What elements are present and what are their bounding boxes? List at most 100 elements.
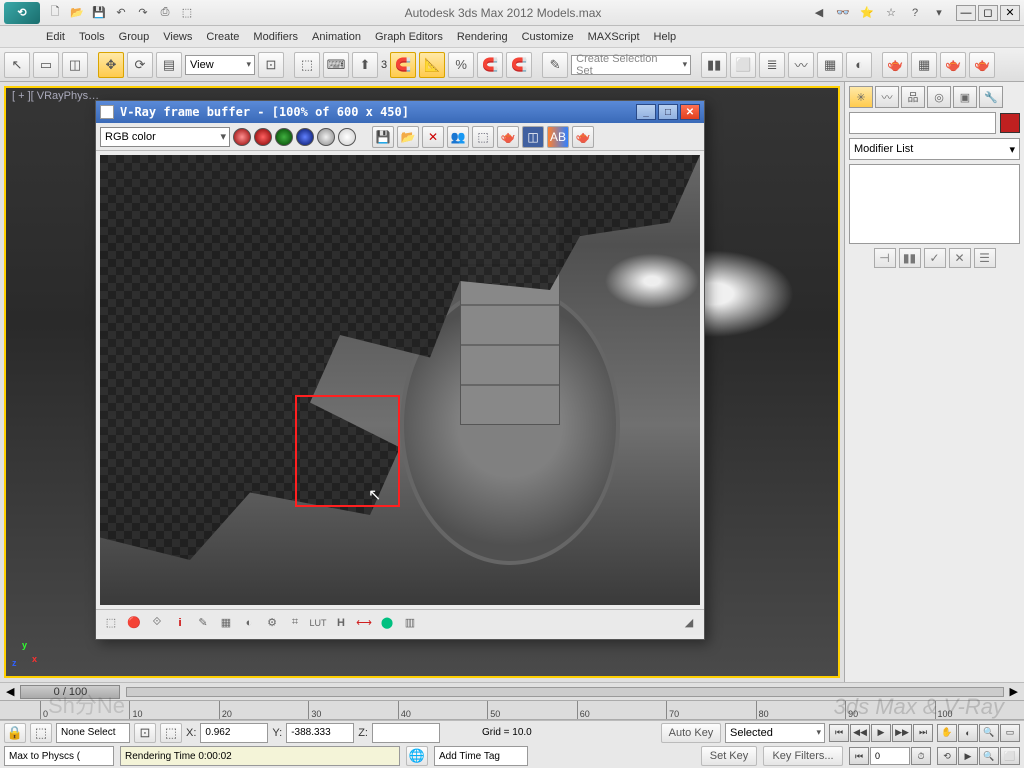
transform-gizmo-button[interactable]: ⊡ (134, 723, 156, 743)
vfb-save-button[interactable]: 💾 (372, 126, 394, 148)
prev-frame-button[interactable]: ◀◀ (850, 724, 870, 742)
pin-stack-button[interactable]: ⊣ (874, 248, 896, 268)
angle-snap-button[interactable]: 🧲 (390, 52, 416, 78)
spinner-snap-button[interactable]: % (448, 52, 474, 78)
dolly-button[interactable]: ▶ (958, 747, 978, 765)
selection-lock-button[interactable]: 🔒 (4, 723, 26, 743)
time-slider-track[interactable] (126, 687, 1003, 697)
viewport-label[interactable]: [ + ][ VRayPhys… (12, 90, 99, 102)
axis-gizmo[interactable]: x y z (12, 640, 42, 670)
object-color-swatch[interactable] (1000, 113, 1020, 133)
vfb-resize-handle[interactable]: ◢ (680, 614, 698, 632)
search-icon[interactable]: ◀ (810, 4, 828, 22)
vfb-history-button[interactable]: H (332, 614, 350, 632)
vfb-lut-button[interactable]: LUT (309, 614, 327, 632)
vfb-channel-dropdown[interactable]: RGB color (100, 127, 230, 147)
vfb-link-button[interactable]: ⟷ (355, 614, 373, 632)
menu-animation[interactable]: Animation (312, 31, 361, 43)
vfb-stamp-button[interactable]: ⬤ (378, 614, 396, 632)
menu-group[interactable]: Group (119, 31, 150, 43)
vfb-clear-button[interactable]: ✕ (422, 126, 444, 148)
modifier-list-dropdown[interactable]: Modifier List▾ (849, 138, 1020, 160)
menu-modifiers[interactable]: Modifiers (253, 31, 298, 43)
time-config-button[interactable]: ⏱ (911, 747, 931, 765)
keyfilters-button[interactable]: Key Filters... (763, 746, 843, 766)
z-coord-field[interactable] (372, 723, 440, 743)
menu-help[interactable]: Help (654, 31, 677, 43)
menu-views[interactable]: Views (163, 31, 192, 43)
walk-button[interactable]: ◐ (958, 724, 978, 742)
project-icon[interactable]: ⎙ (156, 4, 174, 22)
next-frame-button[interactable]: ▶▶ (892, 724, 912, 742)
vfb-info-button[interactable]: i (171, 614, 189, 632)
vfb-srgb-button[interactable]: ▦ (217, 614, 235, 632)
align-button[interactable]: ⬜ (730, 52, 756, 78)
key-mode-toggle[interactable]: ⏮ (849, 747, 869, 765)
max-toggle-button[interactable]: ⬜ (1000, 747, 1020, 765)
move-button[interactable]: ✥ (98, 52, 124, 78)
select-manipulate-button[interactable]: ⬚ (294, 52, 320, 78)
vfb-rgb-channel-button[interactable] (233, 128, 251, 146)
scroll-right-icon[interactable]: ▶ (1010, 685, 1018, 698)
snap-options-button[interactable]: 🧲 (506, 52, 532, 78)
material-editor-button[interactable]: ◐ (846, 52, 872, 78)
create-tab[interactable]: ✳ (849, 86, 873, 108)
vfb-blue-channel-button[interactable] (296, 128, 314, 146)
menu-tools[interactable]: Tools (79, 31, 105, 43)
edit-named-button[interactable]: 🧲 (477, 52, 503, 78)
select-window-button[interactable]: ◫ (62, 52, 88, 78)
vfb-grid-button[interactable]: ⌗ (286, 614, 304, 632)
vfb-render-last-button[interactable]: 🫖 (572, 126, 594, 148)
isolate-button[interactable]: ⬚ (160, 723, 182, 743)
menu-grapheditors[interactable]: Graph Editors (375, 31, 443, 43)
snap-toggle-button[interactable]: ⬆ (352, 52, 378, 78)
time-tag-field[interactable]: Add Time Tag (434, 746, 528, 766)
vfb-region-button[interactable]: ◫ (522, 126, 544, 148)
app-logo[interactable]: ⟲ (4, 2, 40, 24)
menu-maxscript[interactable]: MAXScript (588, 31, 640, 43)
maximize-button[interactable]: ◻ (978, 5, 998, 21)
schematic-button[interactable]: ▦ (817, 52, 843, 78)
redo-icon[interactable]: ↷ (134, 4, 152, 22)
vfb-lens-button[interactable]: ◐ (240, 614, 258, 632)
binoculars-icon[interactable]: 👓 (834, 4, 852, 22)
render-iterative-button[interactable]: 🫖 (969, 52, 995, 78)
vfb-color-corrections-button[interactable]: ⬚ (102, 614, 120, 632)
x-coord-field[interactable]: 0.962 (200, 723, 268, 743)
selection-set-dropdown[interactable]: Create Selection Set (571, 55, 691, 75)
vfb-titlebar[interactable]: V-Ray frame buffer - [100% of 600 x 450]… (96, 101, 704, 123)
modifier-stack[interactable] (849, 164, 1020, 244)
fov-button[interactable]: ▭ (1000, 724, 1020, 742)
vray-frame-buffer-window[interactable]: V-Ray frame buffer - [100% of 600 x 450]… (95, 100, 705, 640)
vfb-settings-button[interactable]: ⚙ (263, 614, 281, 632)
hierarchy-tab[interactable]: 品 (901, 86, 925, 108)
vfb-edit-button[interactable]: ✎ (194, 614, 212, 632)
vfb-green-channel-button[interactable] (275, 128, 293, 146)
vfb-track-mouse-button[interactable]: ⬚ (472, 126, 494, 148)
rotate-button[interactable]: ⟳ (127, 52, 153, 78)
time-ruler[interactable]: 0 10 20 30 40 50 60 70 80 90 100 (0, 700, 1024, 720)
reference-coord-dropdown[interactable]: View (185, 55, 255, 75)
vfb-compare-button[interactable]: AB (547, 126, 569, 148)
open-file-icon[interactable]: 📂 (68, 4, 86, 22)
vfb-render-button[interactable]: 🫖 (497, 126, 519, 148)
keyboard-shortcut-button[interactable]: ⌨ (323, 52, 349, 78)
play-button[interactable]: ▶ (871, 724, 891, 742)
star-icon[interactable]: ☆ (882, 4, 900, 22)
setkey-button[interactable]: Set Key (701, 746, 757, 766)
selection-filter-button[interactable]: ⬚ (30, 723, 52, 743)
qat-more-icon[interactable]: ⬚ (178, 4, 196, 22)
curve-editor-button[interactable]: 〰 (788, 52, 814, 78)
favorite-icon[interactable]: ⭐ (858, 4, 876, 22)
scale-button[interactable]: ▤ (156, 52, 182, 78)
vfb-render-region[interactable] (295, 395, 400, 507)
render-frame-button[interactable]: ▦ (911, 52, 937, 78)
vfb-load-button[interactable]: 📂 (397, 126, 419, 148)
modify-tab[interactable]: 〰 (875, 86, 899, 108)
time-slider[interactable]: 0 / 100 (20, 685, 120, 699)
display-tab[interactable]: ▣ (953, 86, 977, 108)
percent-snap-button[interactable]: 📐 (419, 52, 445, 78)
configure-sets-button[interactable]: ☰ (974, 248, 996, 268)
vfb-minimize-button[interactable]: _ (636, 104, 656, 120)
vfb-render-view[interactable]: ↖ (100, 155, 700, 605)
